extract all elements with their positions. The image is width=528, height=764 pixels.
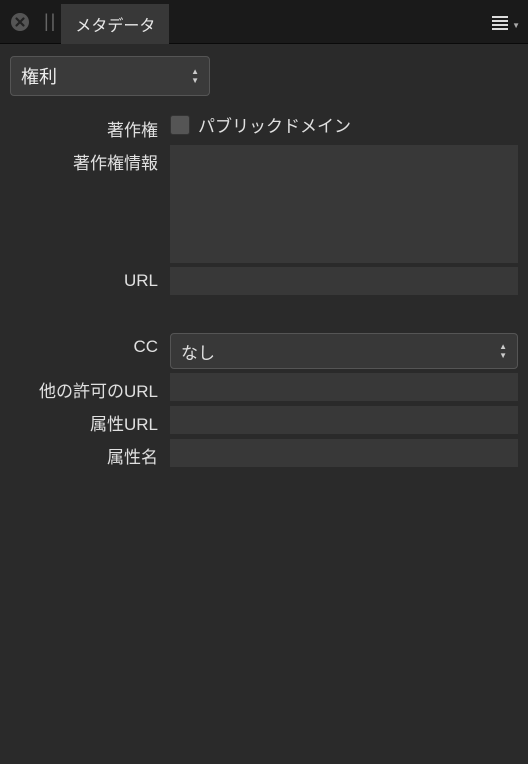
row-copyright: 著作権 パブリックドメイン: [10, 112, 518, 141]
label-copyright: 著作権: [10, 112, 170, 141]
row-url: URL: [10, 267, 518, 295]
label-other-permission-url: 他の許可のURL: [10, 373, 170, 402]
chevron-down-icon: ▼: [512, 21, 520, 30]
label-copyright-info: 著作権情報: [10, 145, 170, 174]
label-cc: CC: [10, 333, 170, 357]
textarea-copyright-info[interactable]: [170, 145, 518, 263]
row-attribute-url: 属性URL: [10, 406, 518, 435]
close-icon[interactable]: [8, 10, 32, 34]
panel-menu-icon[interactable]: ▼: [490, 12, 520, 32]
tab-label: メタデータ: [75, 12, 155, 36]
input-attribute-name[interactable]: [170, 439, 518, 467]
row-other-permission-url: 他の許可のURL: [10, 373, 518, 402]
panel-header: || メタデータ ▼: [0, 0, 528, 44]
panel-content: 権利 ▲ ▼ 著作権 パブリックドメイン 著作権情報 URL CC なし: [0, 44, 528, 482]
spinner-arrows-icon: ▲ ▼: [191, 68, 199, 85]
label-attribute-name: 属性名: [10, 439, 170, 468]
section-selector-label: 権利: [21, 63, 191, 89]
section-selector[interactable]: 権利 ▲ ▼: [10, 56, 210, 96]
label-attribute-url: 属性URL: [10, 406, 170, 435]
input-attribute-url[interactable]: [170, 406, 518, 434]
row-attribute-name: 属性名: [10, 439, 518, 468]
panel-grip-icon: ||: [44, 11, 57, 32]
input-other-permission-url[interactable]: [170, 373, 518, 401]
row-cc: CC なし ▲ ▼: [10, 333, 518, 369]
input-url[interactable]: [170, 267, 518, 295]
row-copyright-info: 著作権情報: [10, 145, 518, 263]
label-url: URL: [10, 267, 170, 291]
select-cc[interactable]: なし ▲ ▼: [170, 333, 518, 369]
checkbox-label-public-domain: パブリックドメイン: [198, 112, 351, 137]
spinner-arrows-icon: ▲ ▼: [499, 343, 507, 360]
select-cc-value: なし: [181, 339, 499, 364]
checkbox-public-domain[interactable]: [170, 115, 190, 135]
tab-metadata[interactable]: メタデータ: [61, 4, 169, 44]
